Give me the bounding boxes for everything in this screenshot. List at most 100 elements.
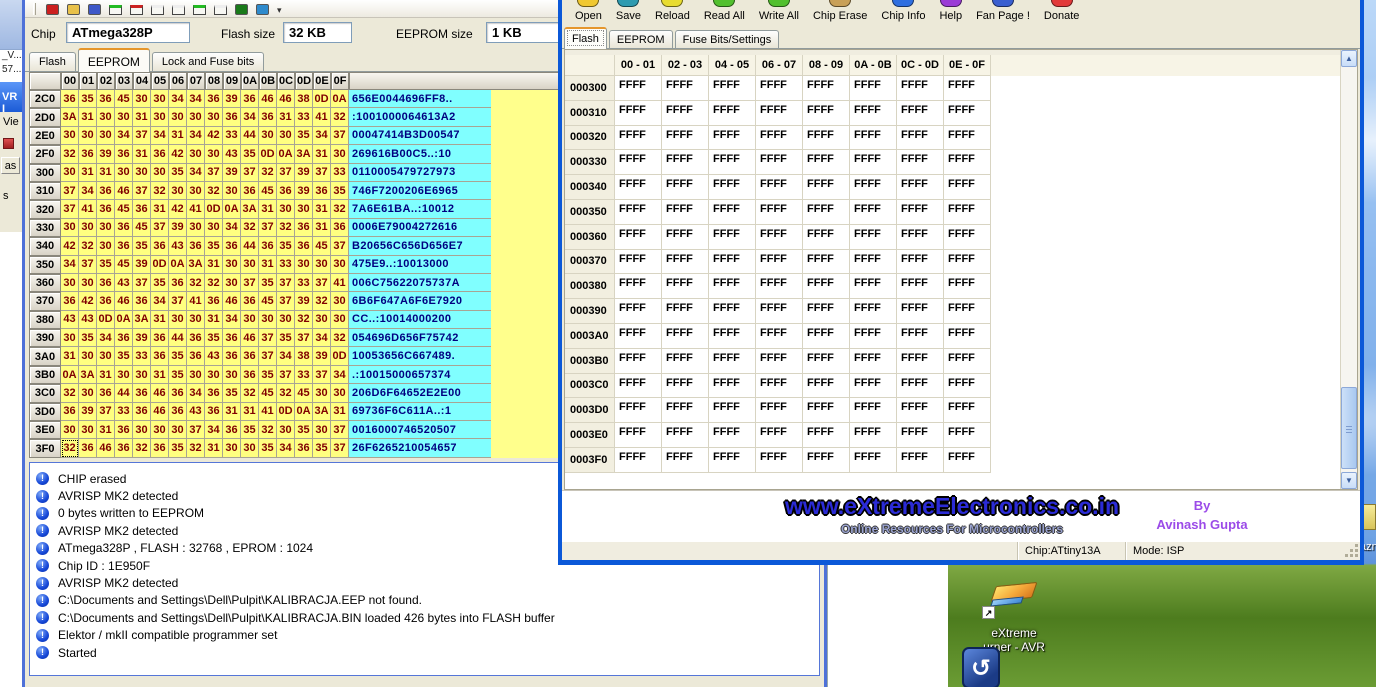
grid-word-cell[interactable]: FFFF (709, 126, 756, 151)
hex-row-header[interactable]: 2E0 (29, 127, 61, 145)
background-button-fragment[interactable]: as (1, 157, 20, 174)
tab-lock-and-fuse-bits[interactable]: Lock and Fuse bits (152, 52, 264, 72)
hex-byte-cell[interactable]: 34 (79, 182, 97, 200)
tab-eeprom[interactable]: EEPROM (78, 48, 150, 72)
hex-byte-cell[interactable]: 30 (187, 182, 205, 200)
grid-word-cell[interactable]: FFFF (803, 448, 850, 473)
hex-byte-cell[interactable]: 30 (205, 145, 223, 163)
hex-byte-cell[interactable]: 45 (259, 182, 277, 200)
hex-byte-cell[interactable]: 36 (61, 90, 79, 108)
hex-ascii-cell[interactable]: CC..:10014000200 (349, 311, 491, 329)
hex-byte-cell[interactable]: 34 (313, 329, 331, 347)
hex-byte-cell[interactable]: 37 (79, 256, 97, 274)
hex-byte-cell[interactable]: 30 (205, 219, 223, 237)
hex-row-header[interactable]: 350 (29, 256, 61, 274)
hex-byte-cell[interactable]: 30 (151, 421, 169, 439)
hex-byte-cell[interactable]: 33 (133, 347, 151, 365)
hex-byte-cell[interactable]: 36 (241, 347, 259, 365)
desktop-icon-installer[interactable]: ↺ (962, 647, 1000, 687)
hex-byte-cell[interactable]: 0A (223, 200, 241, 218)
hex-byte-cell[interactable]: 30 (169, 182, 187, 200)
hex-byte-cell[interactable]: 43 (115, 274, 133, 292)
grid-word-cell[interactable]: FFFF (709, 398, 756, 423)
tab-fuse-bits-settings[interactable]: Fuse Bits/Settings (675, 30, 780, 49)
hex-col-header-0B[interactable]: 0B (259, 72, 277, 90)
hex-byte-cell[interactable]: 34 (187, 164, 205, 182)
grid-word-cell[interactable]: FFFF (615, 274, 662, 299)
grid-word-cell[interactable]: FFFF (897, 274, 944, 299)
hex-byte-cell[interactable]: 33 (331, 164, 349, 182)
grid-word-cell[interactable]: FFFF (756, 423, 803, 448)
scroll-down-arrow-icon[interactable]: ▼ (1341, 472, 1357, 489)
hex-byte-cell[interactable]: 30 (115, 366, 133, 384)
hex-byte-cell[interactable]: 45 (115, 256, 133, 274)
hex-byte-cell[interactable]: 36 (259, 237, 277, 255)
hex-byte-cell[interactable]: 35 (151, 274, 169, 292)
hex-byte-cell[interactable]: 39 (223, 90, 241, 108)
hex-byte-cell[interactable]: 31 (133, 108, 151, 126)
hex-byte-cell[interactable]: 0D (205, 200, 223, 218)
hex-byte-cell[interactable]: 3A (241, 200, 259, 218)
hex-byte-cell[interactable]: 30 (79, 347, 97, 365)
toolbar-button-fan-page[interactable]: Fan Page ! (971, 0, 1035, 22)
hex-byte-cell[interactable]: 0A (61, 366, 79, 384)
hex-ascii-cell[interactable]: 006C75622075737A (349, 274, 491, 292)
hex-byte-cell[interactable]: 30 (61, 274, 79, 292)
hex-byte-cell[interactable]: 42 (205, 127, 223, 145)
hex-byte-cell[interactable]: 30 (79, 274, 97, 292)
hex-byte-cell[interactable]: 33 (295, 274, 313, 292)
grid-word-cell[interactable]: FFFF (709, 175, 756, 200)
hex-byte-cell[interactable]: 30 (295, 256, 313, 274)
grid-word-cell[interactable]: FFFF (756, 76, 803, 101)
hex-byte-cell[interactable]: 30 (223, 439, 241, 457)
hex-byte-cell[interactable]: 35 (169, 439, 187, 457)
hex-byte-cell[interactable]: 33 (295, 366, 313, 384)
tab-flash[interactable]: Flash (29, 52, 76, 72)
hex-byte-cell[interactable]: 3A (295, 145, 313, 163)
grid-word-cell[interactable]: FFFF (850, 175, 897, 200)
hex-byte-cell[interactable]: 39 (97, 145, 115, 163)
hex-ascii-cell[interactable]: 054696D656F75742 (349, 329, 491, 347)
hex-ascii-cell[interactable]: 6B6F647A6F6E7920 (349, 292, 491, 310)
hex-byte-cell[interactable]: 31 (205, 256, 223, 274)
hex-byte-cell[interactable]: 31 (313, 219, 331, 237)
hex-byte-cell[interactable]: 34 (223, 311, 241, 329)
hex-byte-cell[interactable]: 32 (79, 237, 97, 255)
chip-verify-icon[interactable] (193, 5, 206, 15)
grid-word-cell[interactable]: FFFF (662, 423, 709, 448)
hex-byte-cell[interactable]: 32 (331, 329, 349, 347)
chip-write-icon[interactable] (130, 5, 143, 15)
grid-word-cell[interactable]: FFFF (803, 126, 850, 151)
hex-row-header[interactable]: 3D0 (29, 403, 61, 421)
hex-byte-cell[interactable]: 3A (61, 108, 79, 126)
hex-byte-cell[interactable]: 35 (205, 329, 223, 347)
hex-byte-cell[interactable]: 36 (61, 292, 79, 310)
hex-byte-cell[interactable]: 31 (277, 108, 295, 126)
hex-byte-cell[interactable]: 30 (313, 311, 331, 329)
hex-byte-cell[interactable]: 37 (313, 164, 331, 182)
hex-col-header-0D[interactable]: 0D (295, 72, 313, 90)
hex-byte-cell[interactable]: 44 (241, 237, 259, 255)
grid-word-cell[interactable]: FFFF (756, 299, 803, 324)
hex-row-header[interactable]: 3E0 (29, 421, 61, 439)
hex-byte-cell[interactable]: 30 (169, 108, 187, 126)
hex-byte-cell[interactable]: 30 (61, 219, 79, 237)
grid-word-cell[interactable]: FFFF (662, 448, 709, 473)
hex-byte-cell[interactable]: 30 (223, 256, 241, 274)
hex-byte-cell[interactable]: 34 (223, 219, 241, 237)
hex-byte-cell[interactable]: 33 (277, 256, 295, 274)
hex-byte-cell[interactable]: 42 (61, 237, 79, 255)
hex-byte-cell[interactable]: 45 (295, 384, 313, 402)
hex-byte-cell[interactable]: 30 (79, 127, 97, 145)
grid-word-cell[interactable]: FFFF (615, 250, 662, 275)
grid-word-cell[interactable]: FFFF (944, 349, 991, 374)
hex-byte-cell[interactable]: 41 (79, 200, 97, 218)
hex-byte-cell[interactable]: 42 (169, 200, 187, 218)
grid-word-cell[interactable]: FFFF (662, 274, 709, 299)
hex-byte-cell[interactable]: 37 (241, 274, 259, 292)
grid-word-cell[interactable]: FFFF (850, 324, 897, 349)
hex-byte-cell[interactable]: 33 (115, 403, 133, 421)
hex-row-header[interactable]: 310 (29, 182, 61, 200)
grid-word-cell[interactable]: FFFF (897, 448, 944, 473)
ic-green-icon[interactable] (235, 4, 248, 15)
